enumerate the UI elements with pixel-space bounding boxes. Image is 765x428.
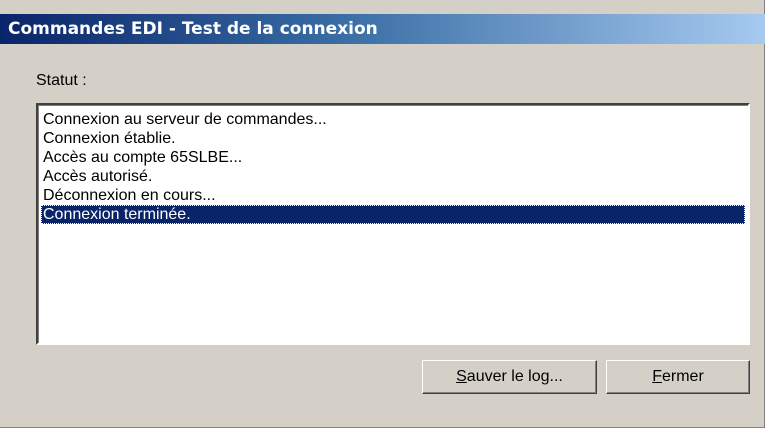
status-log-items: Connexion au serveur de commandes... Con… [41, 110, 745, 224]
log-item[interactable]: Connexion au serveur de commandes... [41, 110, 745, 129]
window-title: Commandes EDI - Test de la connexion [8, 19, 378, 39]
save-log-label: auver le log... [466, 368, 563, 385]
status-label: Statut : [36, 72, 87, 89]
log-item[interactable]: Déconnexion en cours... [41, 186, 745, 205]
save-log-mnemonic: S [456, 368, 467, 385]
dialog-window: Commandes EDI - Test de la connexion Sta… [0, 0, 765, 428]
close-mnemonic: F [652, 368, 662, 385]
log-item-selected[interactable]: Connexion terminée. [41, 205, 745, 224]
close-button[interactable]: Fermer [606, 360, 750, 394]
log-item[interactable]: Connexion établie. [41, 129, 745, 148]
close-label: ermer [662, 368, 704, 385]
save-log-button[interactable]: Sauver le log... [422, 360, 597, 394]
status-log-listbox[interactable]: Connexion au serveur de commandes... Con… [36, 103, 750, 345]
title-bar[interactable]: Commandes EDI - Test de la connexion [0, 14, 765, 44]
log-item[interactable]: Accès autorisé. [41, 167, 745, 186]
log-item[interactable]: Accès au compte 65SLBE... [41, 148, 745, 167]
